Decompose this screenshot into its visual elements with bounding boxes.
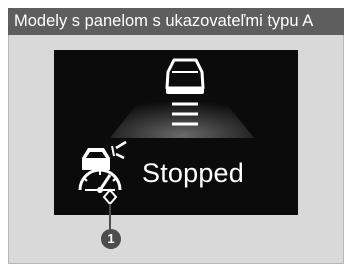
lane-vehicle-icon (165, 58, 205, 94)
instrument-display: Stopped (54, 50, 298, 215)
figure-header: Modely s panelom s ukazovateľmi typu A (8, 8, 344, 35)
callout-number-badge: 1 (101, 229, 121, 249)
vehicle-gauge-icon (78, 140, 127, 193)
display-graphics (78, 58, 254, 193)
status-text: Stopped (142, 158, 244, 188)
